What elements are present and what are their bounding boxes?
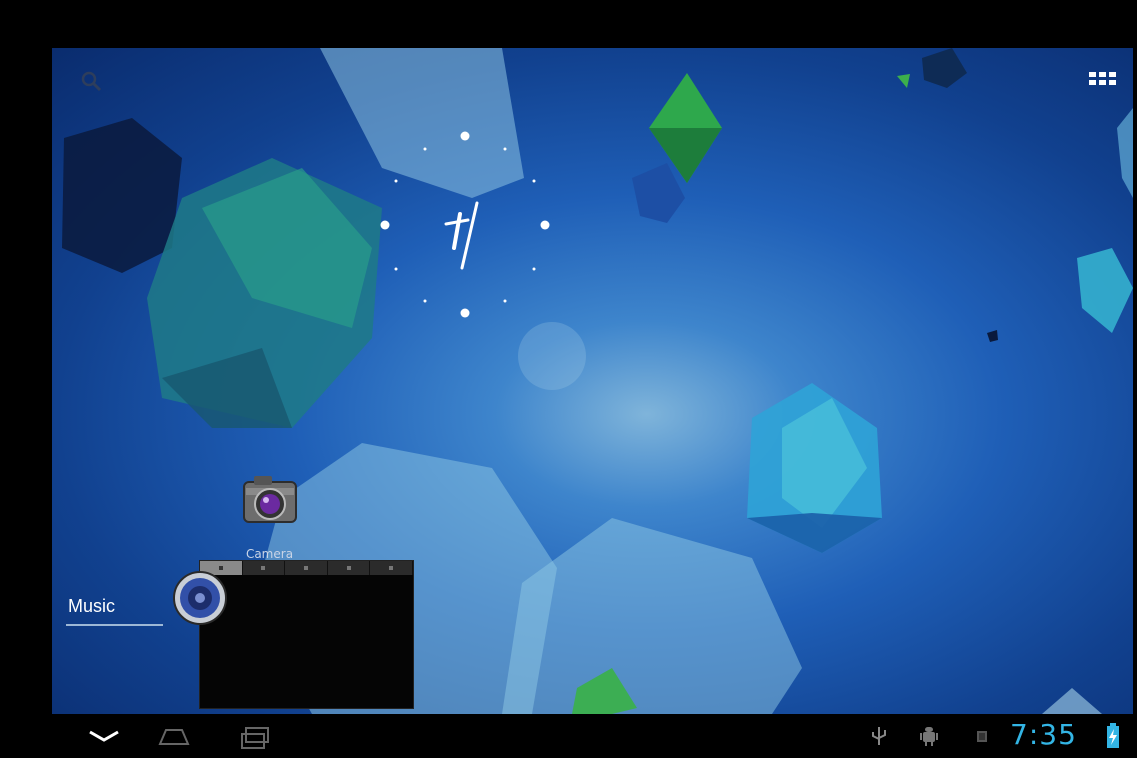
all-apps-icon[interactable] xyxy=(1088,70,1118,94)
camera-icon xyxy=(243,476,297,523)
search-icon[interactable] xyxy=(80,70,102,92)
widget-tab[interactable] xyxy=(370,561,413,575)
camera-label: Camera xyxy=(245,547,294,561)
usb-icon[interactable] xyxy=(867,724,891,748)
back-button[interactable] xyxy=(82,720,126,752)
widget-tab[interactable] xyxy=(328,561,371,575)
widget-tab[interactable] xyxy=(243,561,286,575)
home-screen: Camera Music xyxy=(52,48,1133,714)
speaker-icon xyxy=(173,571,227,625)
music-label: Music xyxy=(68,596,116,616)
widget-tab-strip xyxy=(200,561,413,575)
device-frame: Camera Music 7:35 xyxy=(0,0,1137,758)
music-underline xyxy=(66,624,163,626)
clock-time[interactable]: 7:35 xyxy=(1010,718,1077,751)
recent-tasks-widget[interactable] xyxy=(199,560,414,709)
battery-charging-icon[interactable] xyxy=(1105,722,1121,750)
system-bar: 7:35 xyxy=(52,714,1133,758)
recent-apps-button[interactable] xyxy=(232,720,276,752)
android-debug-icon[interactable] xyxy=(917,724,941,748)
music-shortcut[interactable]: Music xyxy=(66,570,227,630)
analog-clock-widget[interactable] xyxy=(374,128,554,318)
sd-card-icon[interactable] xyxy=(970,724,994,748)
home-button[interactable] xyxy=(152,720,196,752)
camera-app-shortcut[interactable]: Camera xyxy=(232,468,307,563)
widget-tab[interactable] xyxy=(285,561,328,575)
